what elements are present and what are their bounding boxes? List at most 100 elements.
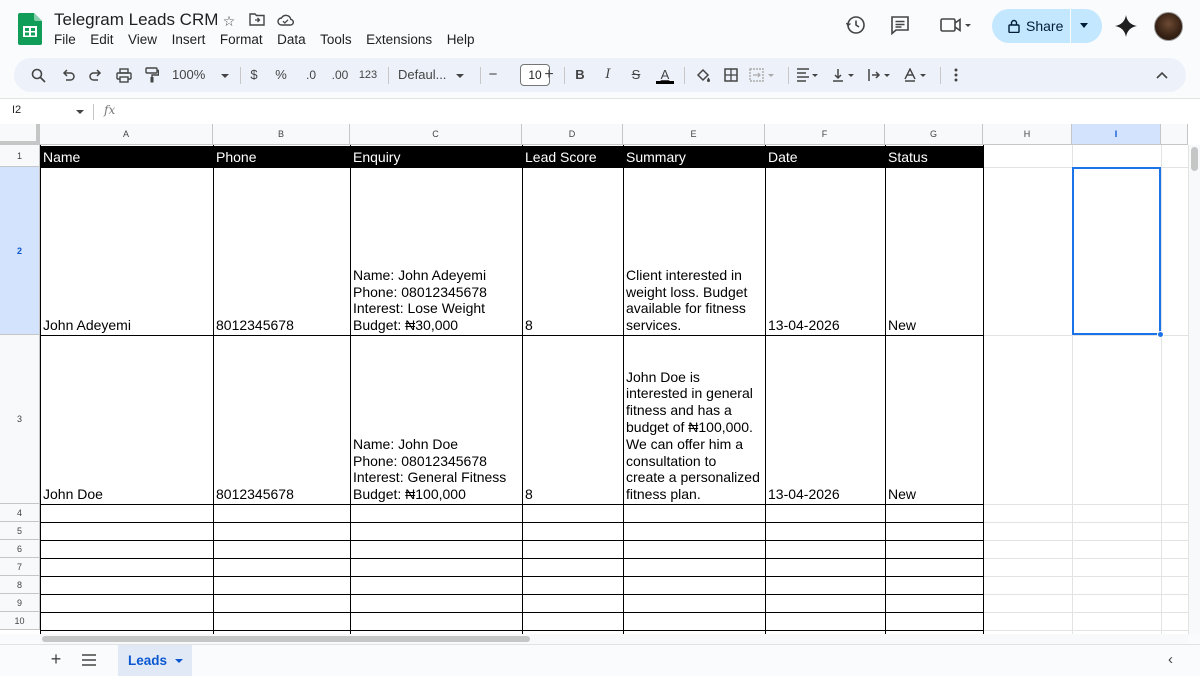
cell-lead-score[interactable]: 8 — [522, 167, 623, 335]
cell-summary[interactable]: John Doe is interested in general fitnes… — [623, 335, 765, 504]
print-icon[interactable] — [114, 58, 134, 92]
chevron-down-icon[interactable] — [454, 58, 466, 92]
user-avatar[interactable] — [1154, 12, 1183, 41]
row-header-9[interactable]: 9 — [0, 594, 40, 612]
chevron-left-icon[interactable]: ‹ — [1168, 651, 1173, 668]
cell-summary[interactable]: Client interested in weight loss. Budget… — [623, 167, 765, 335]
vertical-scrollbar-thumb[interactable] — [1191, 147, 1198, 171]
menu-edit[interactable]: Edit — [90, 32, 113, 47]
text-color-button[interactable]: A — [656, 58, 674, 92]
strikethrough-button[interactable]: S — [628, 58, 644, 92]
all-sheets-icon[interactable] — [82, 654, 96, 666]
cell-date[interactable]: 13-04-2026 — [765, 167, 885, 335]
add-sheet-icon[interactable]: + — [46, 649, 66, 670]
paint-format-icon[interactable] — [142, 58, 162, 92]
cell-name[interactable]: John Doe — [40, 335, 213, 504]
sheet-tab-leads[interactable]: Leads — [118, 645, 192, 676]
fill-handle[interactable] — [1157, 331, 1164, 338]
select-all-corner[interactable] — [0, 124, 40, 145]
cell-status[interactable]: New — [885, 335, 983, 504]
row-header-3[interactable]: 3 — [0, 335, 40, 504]
column-header-i[interactable]: I — [1072, 124, 1161, 145]
more-formats-button[interactable]: 123 — [358, 58, 378, 92]
column-header-d[interactable]: D — [522, 124, 623, 145]
merge-cells-icon[interactable] — [748, 58, 778, 92]
row-header-6[interactable]: 6 — [0, 540, 40, 558]
meet-icon[interactable] — [936, 14, 976, 40]
format-percent-button[interactable]: % — [273, 58, 289, 92]
header-name[interactable]: Name — [40, 146, 213, 167]
cell-date[interactable]: 13-04-2026 — [765, 335, 885, 504]
row-header-1[interactable]: 1 — [0, 145, 40, 167]
column-header-a[interactable]: A — [40, 124, 213, 145]
chevron-down-icon[interactable] — [175, 658, 184, 663]
row-header-4[interactable]: 4 — [0, 504, 40, 522]
comments-icon[interactable] — [887, 14, 913, 40]
share-options-caret[interactable] — [1080, 23, 1088, 28]
row-header-5[interactable]: 5 — [0, 522, 40, 540]
column-header-c[interactable]: C — [350, 124, 522, 145]
decrease-font-size-button[interactable]: − — [486, 58, 500, 92]
star-icon[interactable]: ☆ — [220, 12, 238, 30]
spreadsheet-grid[interactable]: A B C D E F G H I 1 2 3 4 5 6 7 8 9 10 N… — [0, 124, 1200, 634]
collapse-toolbar-icon[interactable] — [1154, 58, 1170, 92]
increase-decimal-button[interactable]: .00 — [328, 58, 352, 92]
vertical-scrollbar[interactable] — [1188, 145, 1200, 634]
undo-icon[interactable] — [58, 58, 78, 92]
italic-button[interactable]: I — [600, 58, 616, 92]
share-button[interactable]: Share — [992, 9, 1102, 43]
gemini-icon[interactable] — [1115, 15, 1137, 37]
row-header-8[interactable]: 8 — [0, 576, 40, 594]
cell-lead-score[interactable]: 8 — [522, 335, 623, 504]
horizontal-scrollbar-thumb[interactable] — [42, 636, 530, 642]
row-header-2[interactable]: 2 — [0, 167, 40, 335]
selected-cell-i2[interactable] — [1072, 167, 1161, 335]
text-rotation-icon[interactable] — [904, 58, 930, 92]
search-menus-icon[interactable] — [28, 58, 48, 92]
menu-tools[interactable]: Tools — [320, 32, 352, 47]
menu-format[interactable]: Format — [220, 32, 263, 47]
bold-button[interactable]: B — [572, 58, 588, 92]
column-header-h[interactable]: H — [983, 124, 1072, 145]
zoom-select[interactable]: 100% — [172, 58, 234, 92]
name-box-caret[interactable] — [76, 110, 84, 114]
header-date[interactable]: Date — [765, 146, 885, 167]
horizontal-scrollbar[interactable] — [40, 634, 1188, 644]
header-summary[interactable]: Summary — [623, 146, 765, 167]
menu-help[interactable]: Help — [447, 32, 475, 47]
sheets-logo[interactable] — [18, 13, 42, 45]
header-status[interactable]: Status — [885, 146, 983, 167]
menu-view[interactable]: View — [128, 32, 157, 47]
column-header-f[interactable]: F — [765, 124, 885, 145]
cell-phone[interactable]: 8012345678 — [213, 335, 350, 504]
header-lead-score[interactable]: Lead Score — [522, 146, 623, 167]
column-header-e[interactable]: E — [623, 124, 765, 145]
column-header-b[interactable]: B — [213, 124, 350, 145]
increase-font-size-button[interactable]: + — [541, 58, 557, 92]
format-currency-button[interactable]: $ — [246, 58, 262, 92]
name-box[interactable]: I2 — [12, 104, 21, 116]
cloud-status-icon[interactable] — [276, 12, 294, 30]
row-header-7[interactable]: 7 — [0, 558, 40, 576]
redo-icon[interactable] — [86, 58, 106, 92]
cell-enquiry[interactable]: Name: John Adeyemi Phone: 08012345678 In… — [350, 167, 522, 335]
vertical-align-icon[interactable] — [832, 58, 858, 92]
menu-insert[interactable]: Insert — [172, 32, 206, 47]
document-title[interactable]: Telegram Leads CRM — [54, 10, 218, 30]
text-wrapping-icon[interactable] — [868, 58, 894, 92]
more-options-icon[interactable] — [948, 58, 964, 92]
menu-file[interactable]: File — [54, 32, 76, 47]
row-header-10[interactable]: 10 — [0, 612, 40, 630]
history-icon[interactable] — [843, 14, 869, 40]
header-phone[interactable]: Phone — [213, 146, 350, 167]
cell-status[interactable]: New — [885, 167, 983, 335]
menu-data[interactable]: Data — [277, 32, 306, 47]
cell-name[interactable]: John Adeyemi — [40, 167, 213, 335]
cell-enquiry[interactable]: Name: John Doe Phone: 08012345678 Intere… — [350, 335, 522, 504]
horizontal-align-icon[interactable] — [796, 58, 822, 92]
header-enquiry[interactable]: Enquiry — [350, 146, 522, 167]
move-to-folder-icon[interactable] — [248, 12, 266, 30]
column-header-g[interactable]: G — [885, 124, 983, 145]
borders-icon[interactable] — [722, 58, 740, 92]
fill-color-icon[interactable] — [694, 58, 712, 92]
